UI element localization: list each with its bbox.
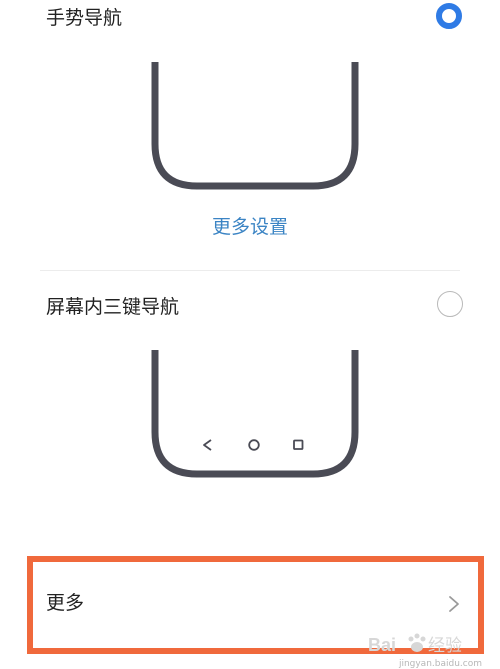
divider <box>40 270 460 271</box>
gesture-nav-title: 手势导航 <box>46 7 123 29</box>
gesture-nav-radio[interactable] <box>436 3 462 29</box>
svg-text:经验: 经验 <box>428 636 462 656</box>
svg-text:Bai: Bai <box>368 635 396 655</box>
home-circle-icon <box>248 439 260 451</box>
watermark-domain: jingyan.baidu.com <box>398 659 482 669</box>
watermark-logo: Bai 经验 <box>364 629 484 663</box>
back-triangle-icon <box>203 439 212 451</box>
three-key-nav-radio[interactable] <box>437 291 463 317</box>
recents-square-icon <box>293 439 304 450</box>
three-key-nav-illustration <box>148 350 362 480</box>
more-settings-link[interactable]: 更多设置 <box>0 212 500 239</box>
three-key-nav-title: 屏幕内三键导航 <box>46 296 180 318</box>
gesture-nav-illustration <box>148 62 362 192</box>
